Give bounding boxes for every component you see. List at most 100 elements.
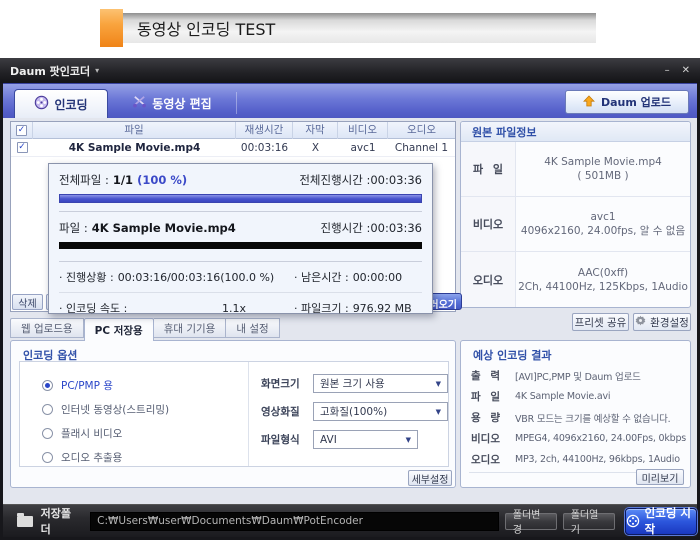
quality-value: 고화질(100%) (320, 406, 388, 418)
result-size-label: 용 량 (471, 412, 500, 424)
total-percent: (100 %) (137, 173, 188, 187)
total-files-label: 전체파일 : (59, 173, 109, 187)
result-size-value: VBR 모드는 크기를 예상할 수 없습니다. (515, 413, 671, 425)
file-table-header-row: ✓ 파일 재생시간 자막 비디오 오디오 (11, 121, 455, 139)
source-video-label: 비디오 (461, 197, 516, 251)
encoding-options-box: PC/PMP 용 인터넷 동영상(스트리밍) 플래시 비디오 오디오 추출용 화… (19, 361, 449, 467)
save-folder-path-input[interactable] (90, 511, 499, 531)
remain-label: · 남은시간 : (294, 271, 349, 284)
encoding-progress-dialog: 전체파일 : 1/1 (100 %) 전체진행시간 : 00:03:36 파일 … (48, 163, 433, 316)
encoding-combo-group: 화면크기 원본 크기 사용 ▼ 영상화질 고화질(100%) ▼ 파일형식 AV… (249, 362, 448, 466)
status-value: 00:03:16/00:03:16(100.0 %) (117, 270, 275, 284)
column-header-duration[interactable]: 재생시간 (236, 121, 293, 139)
minimize-button[interactable]: – (665, 65, 670, 76)
current-file-name: 4K Sample Movie.mp4 (91, 221, 236, 235)
screen-size-select[interactable]: 원본 크기 사용 ▼ (313, 374, 448, 393)
gear-icon (635, 315, 646, 329)
title-menu-arrow-icon[interactable]: ▾ (95, 66, 99, 75)
cell-video: avc1 (350, 141, 376, 154)
cell-file-name: 4K Sample Movie.mp4 (68, 141, 201, 154)
radio-flash-label: 플래시 비디오 (61, 427, 123, 440)
radio-audio-label: 오디오 추출용 (61, 451, 123, 464)
remain-value: 00:00:00 (352, 270, 403, 284)
select-all-checkbox[interactable]: ✓ (16, 124, 27, 136)
result-video-value: MPEG4, 4096x2160, 24.00Fps, 0kbps (515, 433, 687, 444)
settings-button[interactable]: 환경설정 (633, 313, 691, 331)
chevron-down-icon: ▼ (435, 379, 441, 388)
screen-size-row: 화면크기 원본 크기 사용 ▼ (261, 374, 448, 393)
source-file-value: 4K Sample Movie.mp4 ( 501MB ) (516, 142, 690, 196)
window-title: Daum 팟인코더 (10, 64, 91, 78)
quality-row: 영상화질 고화질(100%) ▼ (261, 402, 448, 421)
elapsed-value: 00:03:36 (370, 221, 422, 235)
source-video-detail: 4096x2160, 24.00fps, 알 수 없음 (520, 225, 686, 237)
encoding-mode-radio-group: PC/PMP 용 인터넷 동영상(스트리밍) 플래시 비디오 오디오 추출용 (20, 362, 249, 466)
select-all-cell[interactable]: ✓ (11, 121, 33, 139)
scissors-icon (132, 94, 147, 113)
source-audio-detail: 2Ch, 44100Hz, 125Kbps, 1Audio (518, 280, 688, 293)
window-titlebar[interactable]: Daum 팟인코더 ▾ – ✕ (0, 58, 700, 83)
quality-select[interactable]: 고화질(100%) ▼ (313, 402, 448, 421)
radio-internet-label: 인터넷 동영상(스트리밍) (61, 403, 170, 416)
result-row-file: 파 일 4K Sample Movie.avi (471, 386, 685, 407)
delete-button[interactable]: 삭제 (12, 294, 43, 310)
preview-button[interactable]: 미리보기 (636, 469, 684, 485)
preset-tab-web-upload[interactable]: 웹 업로드용 (10, 318, 84, 338)
radio-pc-pmp[interactable]: PC/PMP 용 (42, 373, 248, 397)
column-header-file[interactable]: 파일 (33, 121, 236, 139)
preset-tab-mobile[interactable]: 휴대 기기용 (153, 318, 227, 338)
source-video-codec: avc1 (590, 211, 616, 223)
page-title: 동영상 인코딩 TEST (137, 20, 276, 39)
format-label: 파일형식 (261, 434, 300, 446)
file-progress-bar (59, 242, 422, 249)
daum-upload-button[interactable]: Daum 업로드 (565, 90, 689, 114)
current-file-label: 파일 : (59, 221, 88, 235)
result-row-size: 용 량 VBR 모드는 크기를 예상할 수 없습니다. (471, 407, 685, 428)
result-row-audio: 오디오 MP3, 2ch, 44100Hz, 96kbps, 1Audio (471, 449, 685, 470)
tab-encoding-label: 인코딩 (54, 97, 88, 112)
detail-settings-button[interactable]: 세부설정 (408, 470, 452, 486)
start-encoding-button[interactable]: 인코딩 시작 (624, 506, 697, 536)
radio-flash-video[interactable]: 플래시 비디오 (42, 421, 248, 445)
result-audio-value: MP3, 2ch, 44100Hz, 96kbps, 1Audio (515, 454, 680, 465)
source-audio-codec: AAC(0xff) (577, 266, 629, 279)
close-button[interactable]: ✕ (682, 65, 690, 76)
cell-subtitle: X (311, 141, 320, 154)
tab-encoding[interactable]: 인코딩 (14, 89, 108, 118)
encoding-reel-icon (626, 514, 640, 528)
column-header-video[interactable]: 비디오 (338, 121, 388, 139)
radio-audio-extract[interactable]: 오디오 추출용 (42, 445, 248, 469)
progress-status: · 진행상황 : 00:03:16/00:03:16(100.0 %) (59, 269, 294, 285)
radio-icon (42, 427, 53, 439)
row-checkbox[interactable]: ✓ (16, 142, 28, 153)
table-row[interactable]: ✓ 4K Sample Movie.mp4 00:03:16 X avc1 Ch… (11, 139, 455, 157)
source-file-size: ( 501MB ) (577, 170, 629, 182)
format-select[interactable]: AVI ▼ (313, 430, 418, 449)
row-checkbox-cell[interactable]: ✓ (11, 142, 33, 153)
daum-upload-label: Daum 업로드 (600, 96, 672, 109)
change-folder-button[interactable]: 폴더변경 (504, 510, 557, 536)
screenshot-root: 동영상 인코딩 TEST Daum 팟인코더 ▾ – ✕ 인코딩 동영상 편집 … (0, 0, 700, 546)
preset-tab-pc-save[interactable]: PC 저장용 (83, 318, 154, 341)
expected-result-title: 예상 인코딩 결과 (473, 349, 552, 362)
format-row: 파일형식 AVI ▼ (261, 430, 448, 449)
start-encoding-label: 인코딩 시작 (644, 506, 691, 536)
open-folder-button[interactable]: 폴더열기 (562, 510, 615, 536)
remaining-time: · 남은시간 : 00:00:00 (294, 269, 422, 285)
source-file-info-panel: 원본 파일정보 파 일 4K Sample Movie.mp4 ( 501MB … (460, 121, 691, 308)
elapsed-label: 진행시간 : (320, 221, 371, 235)
tab-video-edit[interactable]: 동영상 편집 (112, 89, 232, 118)
output-file-size: · 파일크기 : 976.92 MB (294, 300, 422, 316)
film-reel-icon (34, 95, 49, 114)
preset-share-button[interactable]: 프리셋 공유 (572, 313, 629, 331)
result-audio-label: 오디오 (471, 454, 500, 466)
total-progress-bar (59, 194, 422, 203)
total-time-value: 00:03:36 (370, 173, 422, 187)
total-files-value: 1/1 (112, 173, 134, 187)
radio-internet-streaming[interactable]: 인터넷 동영상(스트리밍) (42, 397, 248, 421)
speed-label: · 인코딩 속도 : (59, 302, 128, 315)
column-header-subtitle[interactable]: 자막 (293, 121, 338, 139)
column-header-audio[interactable]: 오디오 (388, 122, 455, 139)
encoding-options-panel: 인코딩 옵션 PC/PMP 용 인터넷 동영상(스트리밍) 플래시 비디오 오디… (10, 340, 456, 488)
preset-tab-my-settings[interactable]: 내 설정 (226, 318, 280, 338)
